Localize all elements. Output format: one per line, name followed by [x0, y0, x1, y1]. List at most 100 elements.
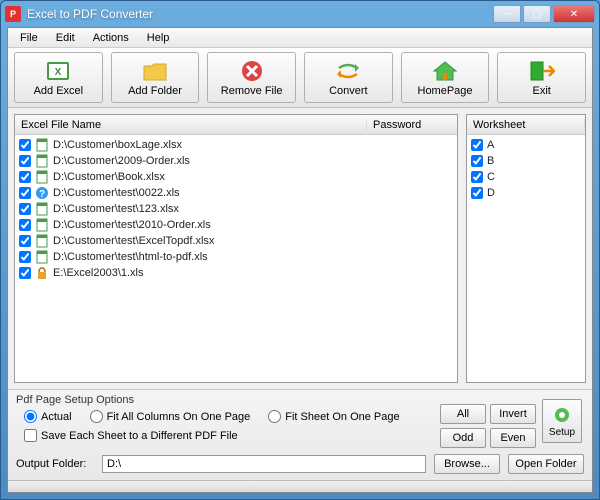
bottom-area: Pdf Page Setup Options Actual Fit All Co… [8, 389, 592, 480]
titlebar[interactable]: P Excel to PDF Converter ─ ▢ ✕ [1, 1, 599, 27]
browse-button[interactable]: Browse... [434, 454, 500, 474]
file-row[interactable]: D:\Customer\boxLage.xlsx [15, 137, 457, 153]
menu-help[interactable]: Help [139, 30, 178, 46]
worksheet-row[interactable]: B [467, 153, 585, 169]
window-title: Excel to PDF Converter [27, 7, 493, 21]
menu-edit[interactable]: Edit [48, 30, 83, 46]
add-excel-button[interactable]: X Add Excel [14, 52, 103, 103]
file-checkbox[interactable] [19, 267, 31, 279]
open-folder-button[interactable]: Open Folder [508, 454, 584, 474]
radio-actual[interactable]: Actual [24, 410, 72, 423]
excel-icon: X [44, 59, 72, 83]
invert-button[interactable]: Invert [490, 404, 536, 424]
file-name: D:\Customer\test\0022.xls [53, 187, 180, 199]
client-area: File Edit Actions Help X Add Excel Add F… [7, 27, 593, 493]
odd-button[interactable]: Odd [440, 428, 486, 448]
worksheet-checkbox[interactable] [471, 171, 483, 183]
file-row[interactable]: D:\Customer\Book.xlsx [15, 169, 457, 185]
file-checkbox[interactable] [19, 139, 31, 151]
output-folder-input[interactable] [102, 455, 426, 473]
file-name: D:\Customer\2009-Order.xls [53, 155, 190, 167]
output-label: Output Folder: [16, 458, 94, 470]
home-icon [431, 59, 459, 83]
file-panel: Excel File Name Password D:\Customer\box… [14, 114, 458, 383]
file-icon [35, 234, 49, 248]
menubar: File Edit Actions Help [8, 28, 592, 48]
svg-text:?: ? [39, 189, 45, 200]
file-checkbox[interactable] [19, 203, 31, 215]
gear-icon [552, 405, 572, 425]
worksheet-list[interactable]: ABCD [467, 135, 585, 382]
file-name: D:\Customer\test\2010-Order.xls [53, 219, 211, 231]
app-window: P Excel to PDF Converter ─ ▢ ✕ File Edit… [0, 0, 600, 500]
svg-text:X: X [55, 67, 62, 78]
file-checkbox[interactable] [19, 171, 31, 183]
minimize-button[interactable]: ─ [493, 5, 521, 23]
even-button[interactable]: Even [490, 428, 536, 448]
file-name: D:\Customer\test\123.xlsx [53, 203, 179, 215]
setup-button[interactable]: Setup [542, 399, 582, 443]
worksheet-name: A [487, 139, 494, 151]
radio-fit-sheet[interactable]: Fit Sheet On One Page [268, 410, 399, 423]
file-row[interactable]: ? D:\Customer\test\0022.xls [15, 185, 457, 201]
worksheet-row[interactable]: A [467, 137, 585, 153]
file-checkbox[interactable] [19, 251, 31, 263]
worksheet-checkbox[interactable] [471, 187, 483, 199]
exit-icon [528, 59, 556, 83]
folder-icon [141, 59, 169, 83]
file-icon [35, 202, 49, 216]
worksheet-checkbox[interactable] [471, 155, 483, 167]
ws-columns: Worksheet [467, 115, 585, 135]
checkbox-save-each[interactable]: Save Each Sheet to a Different PDF File [24, 429, 440, 442]
worksheet-row[interactable]: D [467, 185, 585, 201]
toolbar: X Add Excel Add Folder Remove File Conve… [8, 48, 592, 108]
remove-file-button[interactable]: Remove File [207, 52, 296, 103]
file-checkbox[interactable] [19, 187, 31, 199]
file-row[interactable]: D:\Customer\test\html-to-pdf.xls [15, 249, 457, 265]
worksheet-checkbox[interactable] [471, 139, 483, 151]
all-button[interactable]: All [440, 404, 486, 424]
exit-button[interactable]: Exit [497, 52, 586, 103]
file-row[interactable]: E:\Excel2003\1.xls [15, 265, 457, 281]
file-icon [35, 170, 49, 184]
col-worksheet[interactable]: Worksheet [467, 119, 585, 131]
file-icon: ? [35, 186, 49, 200]
file-icon [35, 250, 49, 264]
file-checkbox[interactable] [19, 155, 31, 167]
menu-file[interactable]: File [12, 30, 46, 46]
convert-icon [334, 59, 362, 83]
app-icon: P [5, 6, 21, 22]
maximize-button[interactable]: ▢ [523, 5, 551, 23]
file-icon [35, 154, 49, 168]
worksheet-name: B [487, 155, 494, 167]
file-name: E:\Excel2003\1.xls [53, 267, 144, 279]
convert-button[interactable]: Convert [304, 52, 393, 103]
close-button[interactable]: ✕ [553, 5, 595, 23]
homepage-button[interactable]: HomePage [401, 52, 490, 103]
file-list[interactable]: D:\Customer\boxLage.xlsx D:\Customer\2009… [15, 135, 457, 382]
worksheet-panel: Worksheet ABCD [466, 114, 586, 383]
menu-actions[interactable]: Actions [85, 30, 137, 46]
file-name: D:\Customer\Book.xlsx [53, 171, 165, 183]
worksheet-name: C [487, 171, 495, 183]
file-row[interactable]: D:\Customer\2009-Order.xls [15, 153, 457, 169]
file-name: D:\Customer\test\ExcelTopdf.xlsx [53, 235, 214, 247]
col-password[interactable]: Password [367, 119, 457, 131]
col-filename[interactable]: Excel File Name [15, 119, 367, 131]
file-icon [35, 266, 49, 280]
file-row[interactable]: D:\Customer\test\ExcelTopdf.xlsx [15, 233, 457, 249]
worksheet-row[interactable]: C [467, 169, 585, 185]
file-icon [35, 138, 49, 152]
worksheet-name: D [487, 187, 495, 199]
add-folder-button[interactable]: Add Folder [111, 52, 200, 103]
file-name: D:\Customer\boxLage.xlsx [53, 139, 182, 151]
opts-title: Pdf Page Setup Options [16, 394, 440, 406]
file-columns: Excel File Name Password [15, 115, 457, 135]
radio-fit-cols[interactable]: Fit All Columns On One Page [90, 410, 251, 423]
file-row[interactable]: D:\Customer\test\123.xlsx [15, 201, 457, 217]
file-icon [35, 218, 49, 232]
file-checkbox[interactable] [19, 235, 31, 247]
file-name: D:\Customer\test\html-to-pdf.xls [53, 251, 208, 263]
file-checkbox[interactable] [19, 219, 31, 231]
file-row[interactable]: D:\Customer\test\2010-Order.xls [15, 217, 457, 233]
